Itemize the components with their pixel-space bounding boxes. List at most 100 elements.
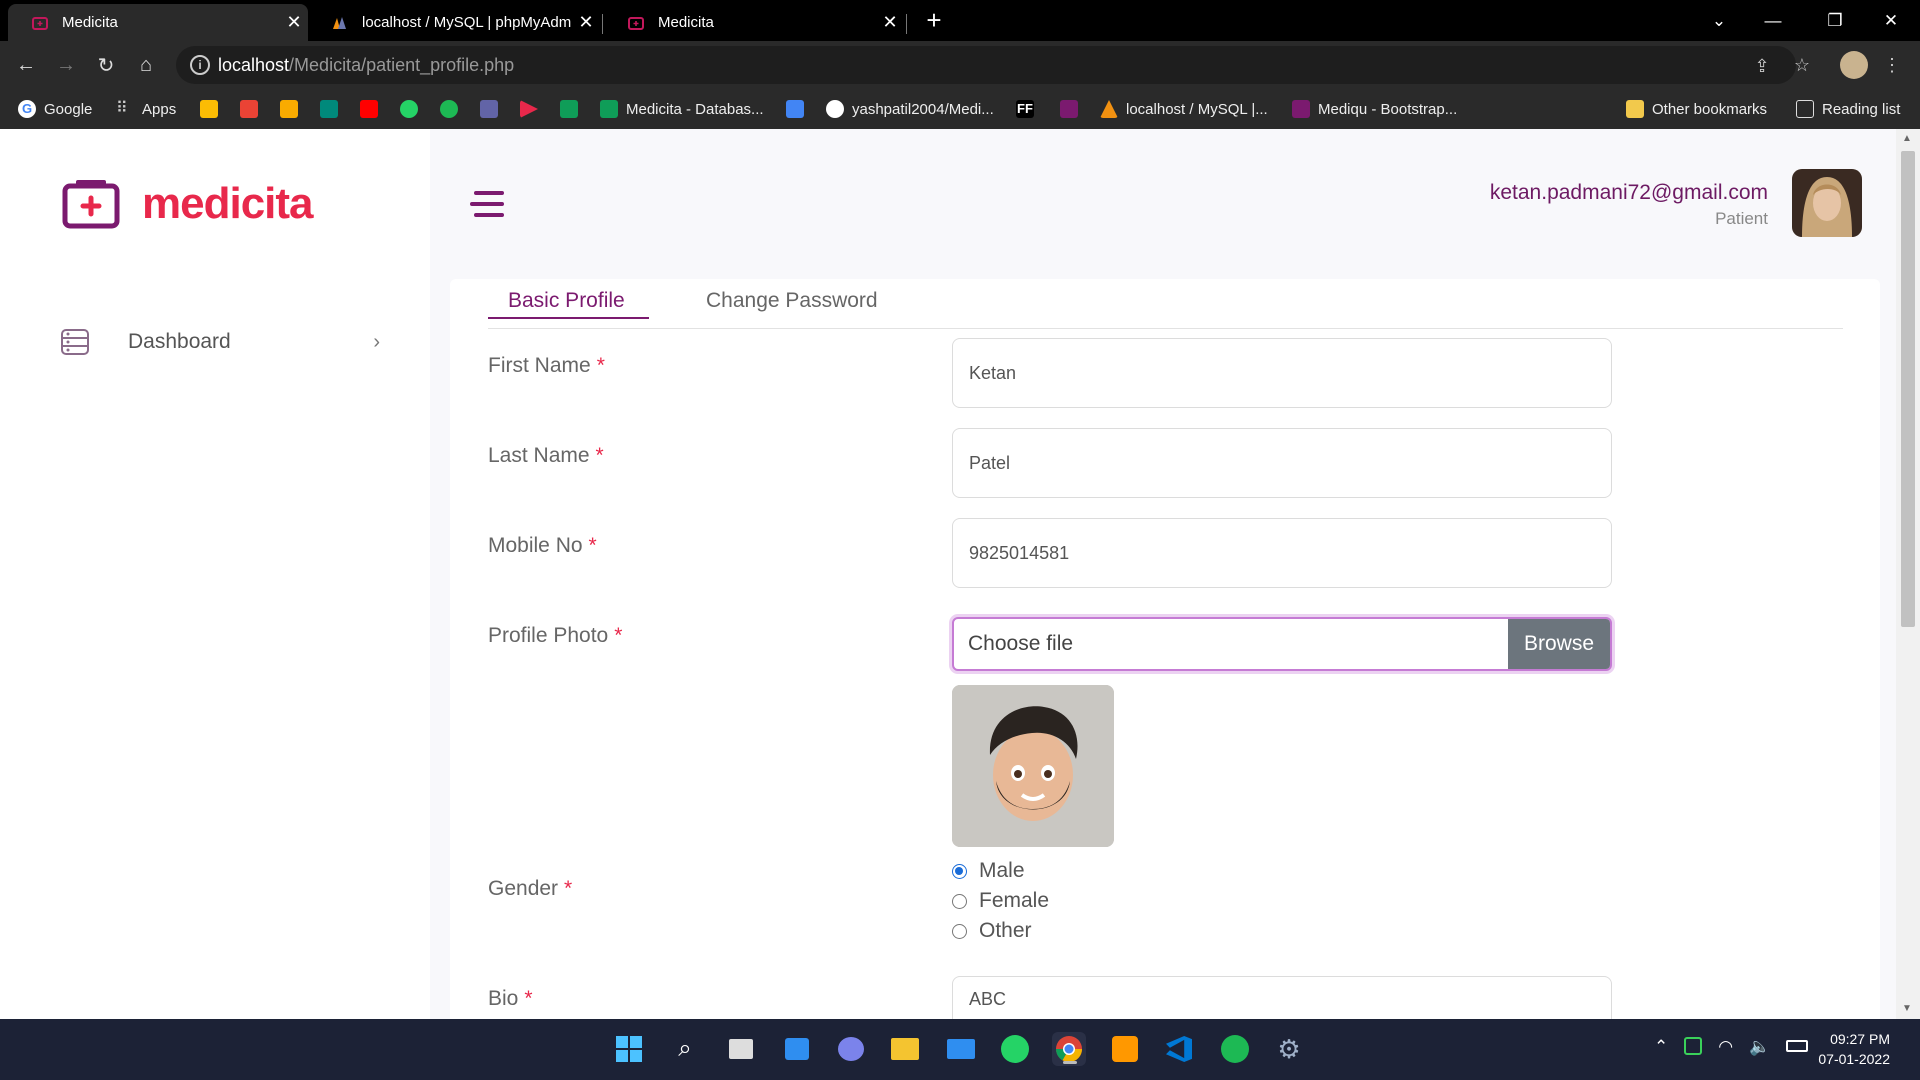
close-tab-icon[interactable]: ✕	[876, 12, 904, 33]
logo-text[interactable]: medicita	[142, 179, 314, 229]
address-bar[interactable]: i localhost/Medicita/patient_profile.php…	[176, 46, 1796, 84]
radio-icon[interactable]	[952, 893, 967, 909]
home-icon[interactable]: ⌂	[128, 47, 164, 83]
scroll-up-arrow-icon[interactable]: ▲	[1902, 133, 1912, 144]
back-arrow-icon[interactable]: ←	[8, 47, 44, 83]
close-window-button[interactable]: ✕	[1864, 0, 1918, 41]
gender-radio-other[interactable]: Other	[952, 919, 1032, 943]
mail-icon[interactable]	[944, 1032, 978, 1066]
woman-portrait-icon	[1792, 169, 1862, 237]
sidebar-item-dashboard[interactable]: Dashboard ›	[60, 319, 380, 365]
taskbar-clock[interactable]: 09:27 PM 07-01-2022	[1818, 1029, 1890, 1069]
chat-shape	[838, 1037, 864, 1061]
reading-list[interactable]: Reading list	[1796, 98, 1900, 120]
wifi-icon[interactable]: ◠	[1718, 1037, 1733, 1057]
radio-selected-icon[interactable]	[952, 863, 967, 879]
bookmark-whatsapp[interactable]	[400, 98, 426, 120]
file-placeholder: Choose file	[968, 632, 1074, 655]
first-name-label: First Name *	[488, 354, 605, 377]
tab-separator	[906, 14, 907, 34]
bookmark-medicita[interactable]	[1060, 98, 1086, 120]
bookmark-spotify[interactable]	[440, 98, 466, 120]
first-name-input[interactable]	[952, 338, 1612, 408]
windows-start-icon[interactable]	[612, 1032, 646, 1066]
bookmark-google[interactable]: G Google	[18, 98, 92, 120]
bookmark-gmail[interactable]	[240, 98, 266, 120]
user-avatar[interactable]	[1792, 169, 1862, 237]
page-scrollbar[interactable]: ▲ ▼	[1896, 129, 1920, 1019]
minimize-button[interactable]: —	[1746, 0, 1800, 41]
chevron-up-icon[interactable]: ⌃	[1654, 1037, 1668, 1057]
menu-toggle-icon[interactable]	[470, 191, 504, 219]
mobile-input[interactable]	[952, 518, 1612, 588]
new-tab-button[interactable]: +	[908, 0, 960, 41]
volume-muted-icon[interactable]: 🔈	[1749, 1037, 1770, 1057]
forward-arrow-icon[interactable]: →	[48, 47, 84, 83]
gender-radio-male[interactable]: Male	[952, 859, 1025, 883]
bookmark-ff[interactable]: FF	[1016, 98, 1042, 120]
profile-photo-file-input[interactable]: Choose file Browse	[952, 617, 1612, 671]
spotify-shape	[1221, 1035, 1249, 1063]
bookmark-mediqu[interactable]: Mediqu - Bootstrap...	[1292, 98, 1457, 120]
bookmark-keep[interactable]	[280, 98, 306, 120]
bookmark-play[interactable]	[520, 98, 546, 120]
bookmark-github[interactable]: yashpatil2004/Medi...	[826, 98, 994, 120]
tab-change-password[interactable]: Change Password	[706, 289, 878, 327]
vscode-icon[interactable]	[1162, 1032, 1196, 1066]
bookmark-youtube[interactable]	[360, 98, 386, 120]
bio-textarea[interactable]: ABC	[952, 976, 1612, 1019]
bookmark-star-icon[interactable]: ☆	[1790, 53, 1814, 77]
user-email[interactable]: ketan.padmani72@gmail.com	[1490, 181, 1768, 205]
settings-gear-icon[interactable]: ⚙	[1272, 1032, 1306, 1066]
memoji-avatar-icon	[952, 685, 1114, 847]
browse-button[interactable]: Browse	[1508, 619, 1610, 669]
url-text[interactable]: localhost/Medicita/patient_profile.php	[218, 55, 514, 76]
github-icon	[826, 100, 844, 118]
mail-shape	[947, 1039, 975, 1059]
search-icon[interactable]: ⌕	[668, 1032, 702, 1066]
other-bookmarks[interactable]: Other bookmarks	[1626, 98, 1767, 120]
tray-app-icon[interactable]	[1684, 1037, 1703, 1055]
restore-button[interactable]: ❐	[1808, 0, 1862, 41]
close-tab-icon[interactable]: ✕	[280, 12, 308, 33]
bookmark-sheets[interactable]	[560, 98, 586, 120]
menu-kebab-icon[interactable]: ⋮	[1880, 53, 1904, 77]
battery-icon[interactable]	[1786, 1040, 1809, 1052]
whatsapp-app-icon[interactable]	[998, 1032, 1032, 1066]
menu-line	[474, 191, 504, 195]
task-view-icon[interactable]	[724, 1032, 758, 1066]
bookmark-meet[interactable]	[320, 98, 346, 120]
reload-icon[interactable]: ↻	[88, 47, 124, 83]
bookmark-drive[interactable]	[200, 98, 226, 120]
spotify-app-icon[interactable]	[1218, 1032, 1252, 1066]
teams-chat-icon[interactable]	[834, 1032, 868, 1066]
gender-radio-female[interactable]: Female	[952, 889, 1049, 913]
bookmark-phpmyadmin[interactable]: localhost / MySQL |...	[1100, 98, 1268, 120]
bookmark-docs[interactable]	[786, 98, 812, 120]
bookmark-teams[interactable]	[480, 98, 506, 120]
sublime-text-icon[interactable]	[1108, 1032, 1142, 1066]
chrome-app-icon[interactable]	[1052, 1032, 1086, 1066]
browser-tab-medicita[interactable]: Medicita ✕	[8, 4, 308, 41]
tab-basic-profile[interactable]: Basic Profile	[508, 289, 625, 327]
medicita-favicon-icon	[32, 16, 48, 30]
share-icon[interactable]: ⇪	[1750, 54, 1774, 78]
scrollbar-thumb[interactable]	[1901, 151, 1915, 627]
browser-toolbar: ← → ↻ ⌂ i localhost/Medicita/patient_pro…	[0, 41, 1920, 89]
scroll-down-arrow-icon[interactable]: ▼	[1902, 1003, 1912, 1014]
bookmark-apps[interactable]: ⠿ Apps	[116, 98, 176, 120]
profile-avatar-icon[interactable]	[1840, 51, 1868, 79]
bookmark-medicita-db[interactable]: Medicita - Databas...	[600, 98, 764, 120]
radio-icon[interactable]	[952, 923, 967, 939]
tab-search-icon[interactable]: ⌄	[1692, 0, 1746, 41]
widgets-icon[interactable]	[780, 1032, 814, 1066]
browser-tab-phpmyadmin[interactable]: localhost / MySQL | phpMyAdmin ✕	[308, 4, 600, 41]
file-explorer-icon[interactable]	[888, 1032, 922, 1066]
last-name-input[interactable]	[952, 428, 1612, 498]
close-tab-icon[interactable]: ✕	[572, 12, 600, 33]
sidebar-item-label: Dashboard	[128, 330, 231, 353]
reading-list-icon	[1796, 100, 1814, 118]
site-info-icon[interactable]: i	[190, 55, 210, 75]
tab-title: Medicita	[62, 14, 118, 31]
browser-tab-medicita-2[interactable]: Medicita ✕	[604, 4, 904, 41]
